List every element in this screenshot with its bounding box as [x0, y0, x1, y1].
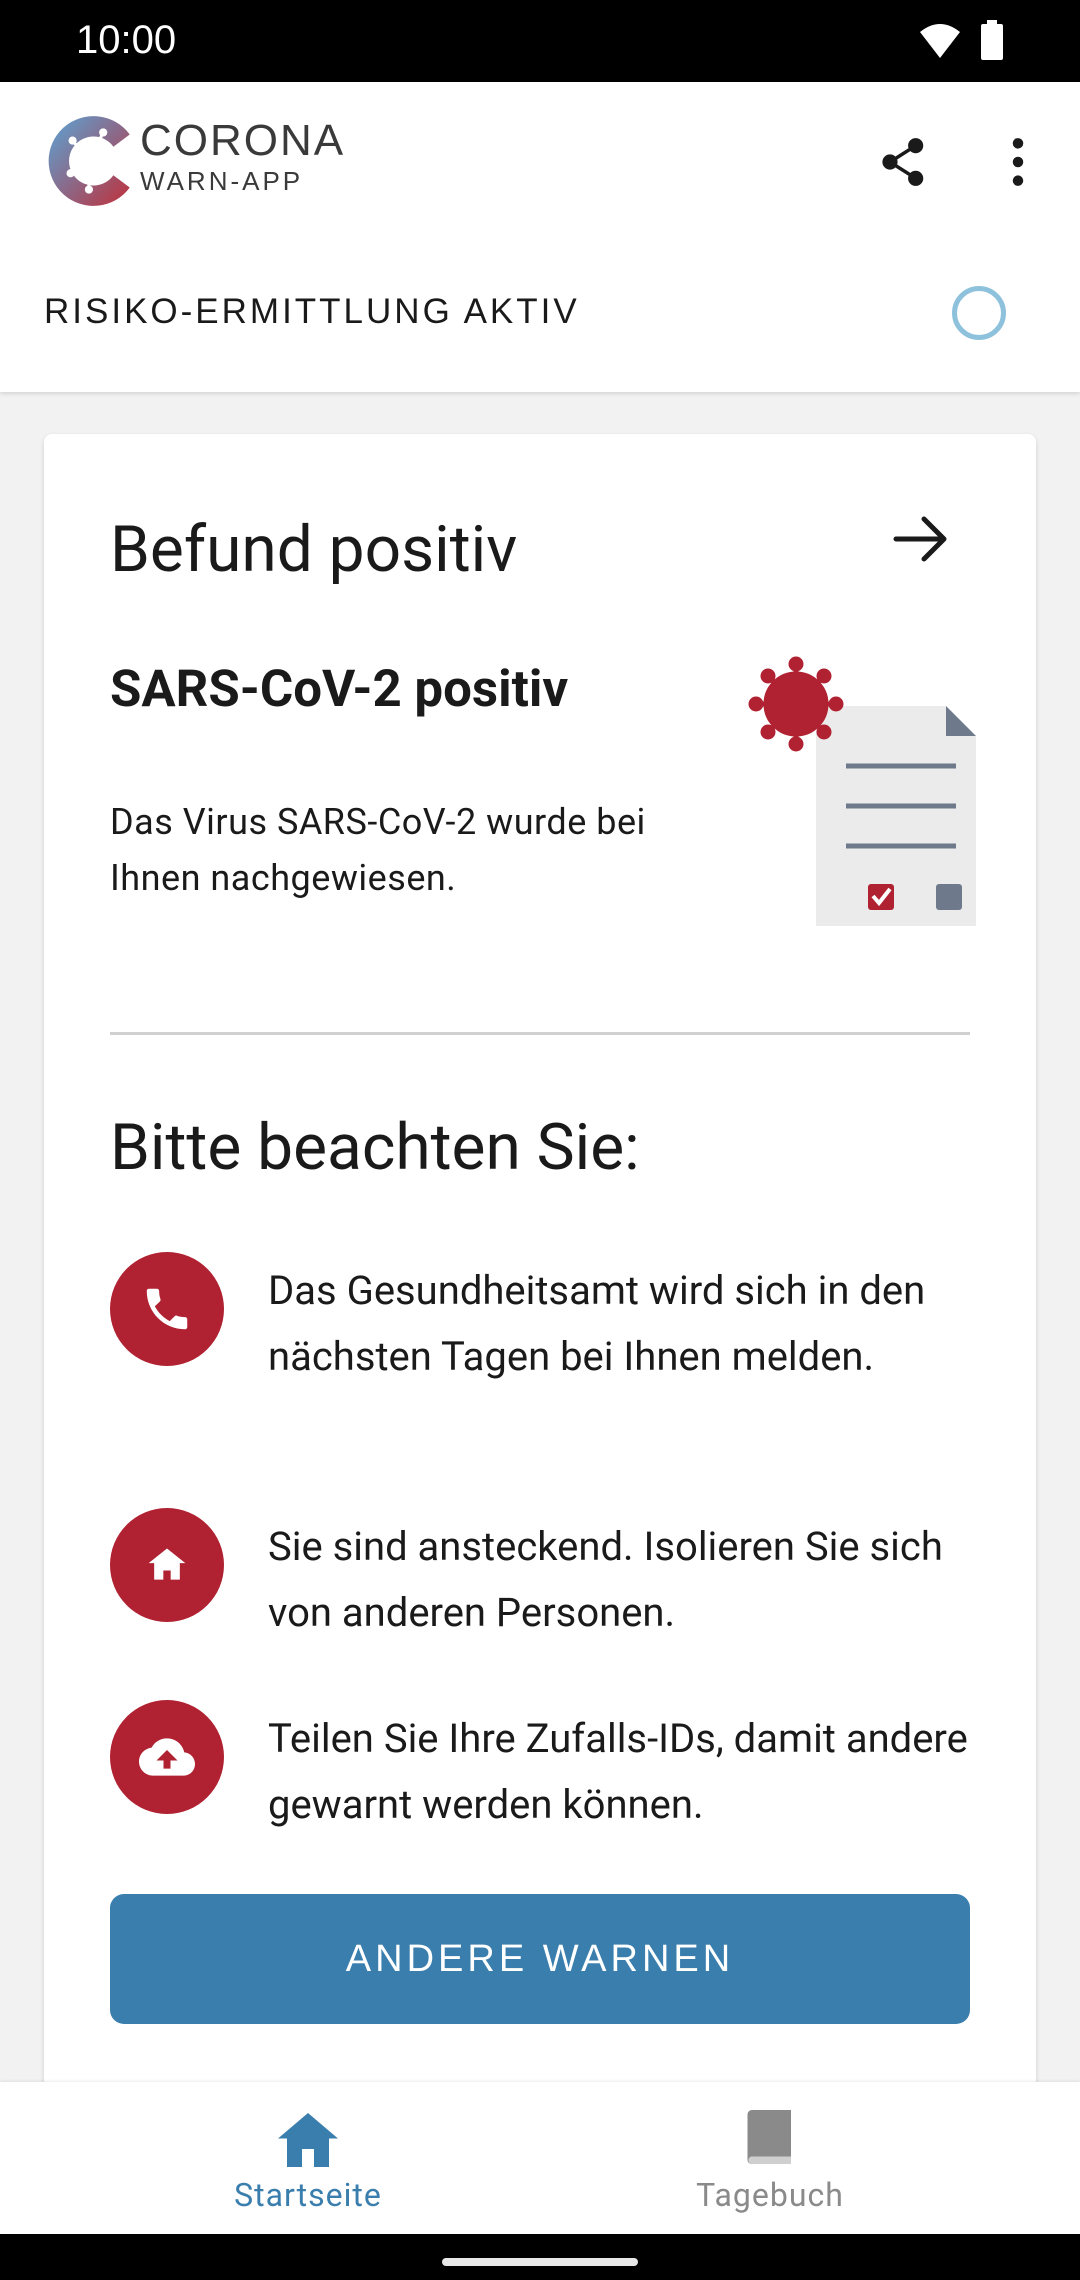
nav-item-tagebuch[interactable]: Tagebuch [500, 2082, 1040, 2234]
notes-heading: Bitte beachten Sie: [110, 1110, 640, 1185]
result-card: Befund positiv SARS-CoV-2 positiv Das Vi… [44, 434, 1036, 2194]
arrow-right-icon[interactable] [886, 504, 956, 574]
list-item-text: Sie sind ansteckend. Isolieren Sie sich … [268, 1523, 943, 1636]
system-navigation-bar [0, 2234, 1080, 2280]
nav-label: Startseite [234, 2176, 382, 2214]
nav-item-startseite[interactable]: Startseite [38, 2082, 578, 2234]
status-time: 10:00 [76, 18, 177, 62]
battery-icon [981, 20, 1003, 60]
result-title: SARS-CoV-2 positiv [110, 660, 569, 719]
logo-title: CORONA [140, 116, 346, 165]
more-options-button[interactable] [990, 134, 1046, 190]
share-button[interactable] [876, 134, 932, 190]
risk-status-label: RISIKO-ERMITTLUNG AKTIV [44, 292, 580, 331]
card-title: Befund positiv [110, 512, 518, 587]
status-bar: 10:00 [0, 0, 1080, 82]
gesture-handle[interactable] [442, 2258, 638, 2266]
bottom-navigation: Startseite Tagebuch [0, 2082, 1080, 2234]
result-description: Das Virus SARS-CoV-2 wurde bei Ihnen nac… [110, 801, 646, 899]
cloud-upload-icon [110, 1700, 224, 1814]
home-icon [110, 1508, 224, 1622]
divider [110, 1032, 970, 1035]
positive-test-document-illustration [748, 656, 976, 926]
app-logo-icon [48, 116, 130, 206]
nav-label: Tagebuch [696, 2176, 844, 2214]
warn-others-button[interactable]: ANDERE WARNEN [110, 1894, 970, 2024]
home-icon [278, 2113, 338, 2167]
phone-icon [110, 1252, 224, 1366]
list-item-text: Teilen Sie Ihre Zufalls-IDs, damit ander… [268, 1715, 968, 1828]
app-header: CORONA WARN-APP RISIKO-ERMITTLUNG AKTIV [0, 82, 1080, 392]
logo-subtitle: WARN-APP [140, 166, 304, 196]
risk-status-indicator-icon [952, 286, 1006, 340]
list-item-text: Das Gesundheitsamt wird sich in den näch… [268, 1267, 926, 1380]
book-icon [747, 2110, 791, 2164]
wifi-icon [920, 24, 960, 58]
